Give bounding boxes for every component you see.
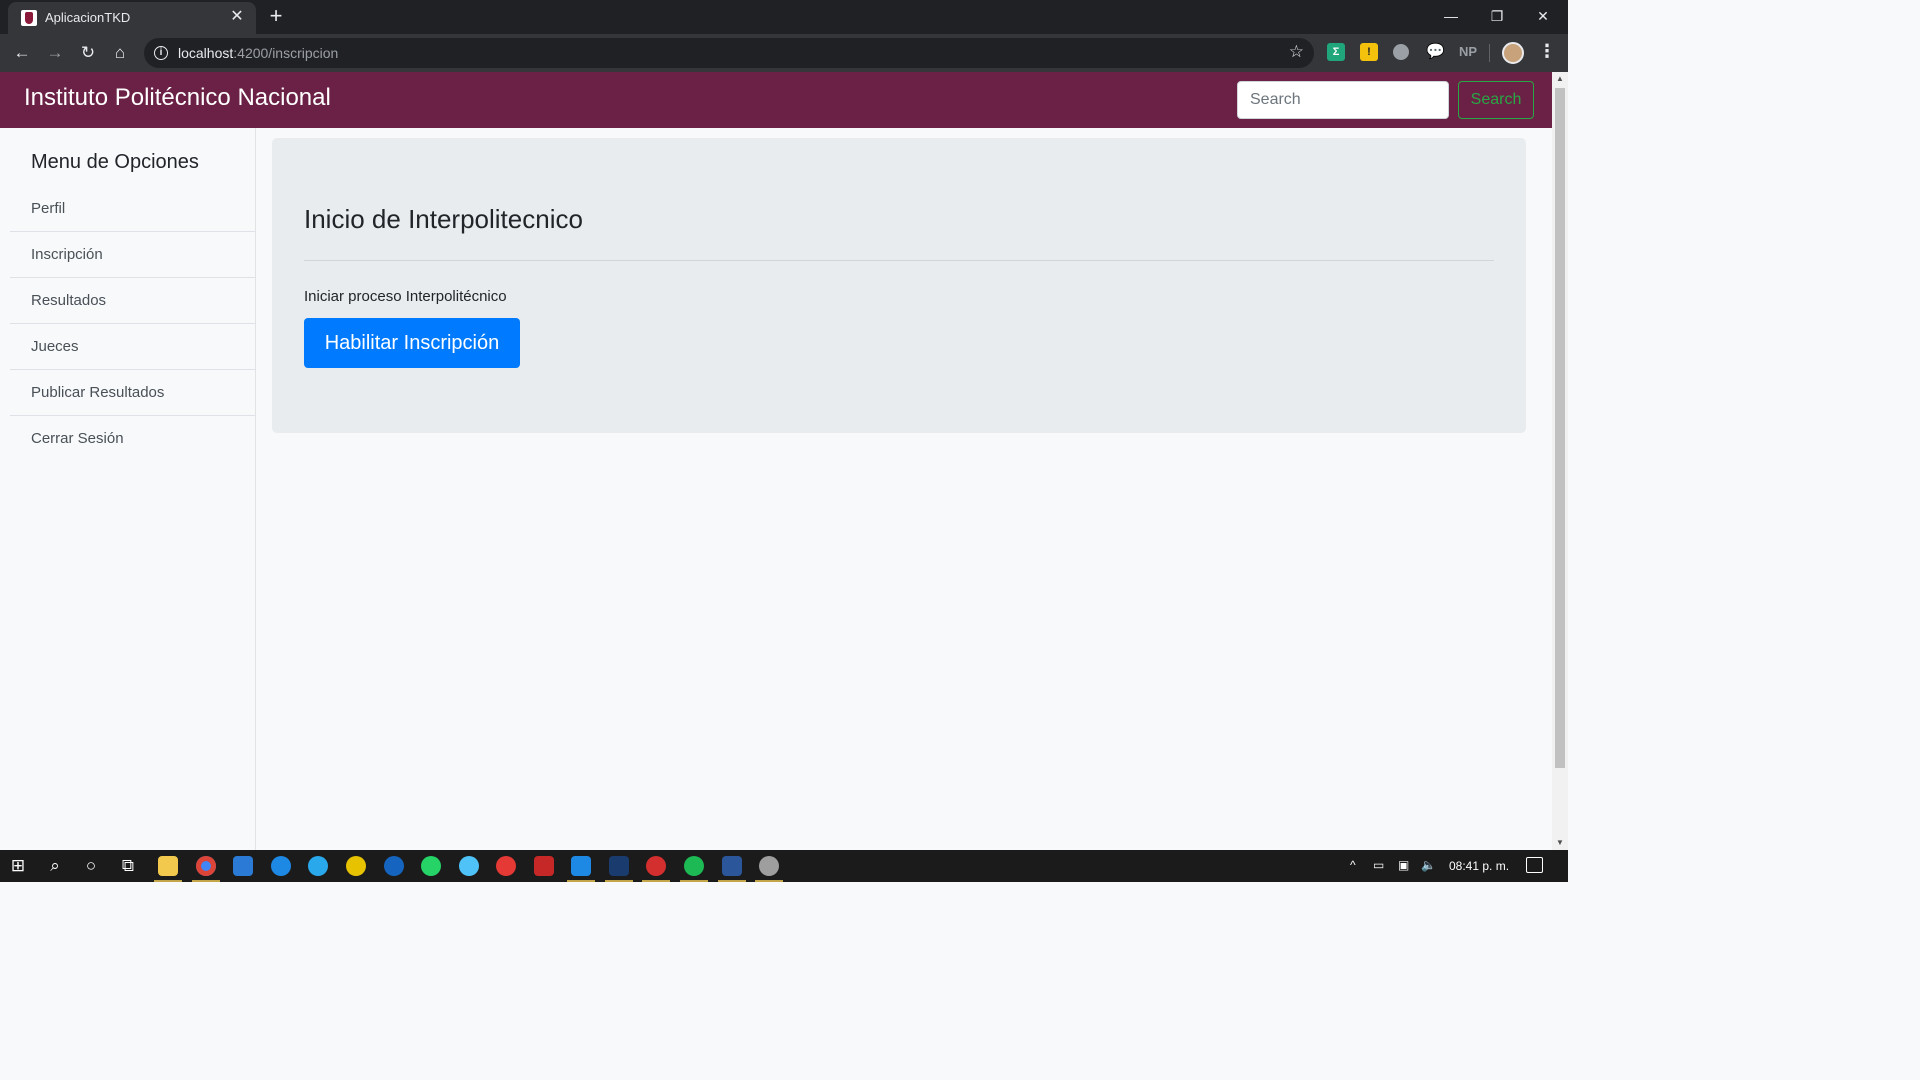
task-view-icon[interactable]: ⧉ [117,855,139,877]
record-extension-icon[interactable] [1393,44,1409,60]
notifications-icon[interactable] [1526,857,1543,873]
maps-icon[interactable] [384,856,404,876]
tray-chevron-icon[interactable]: ^ [1350,858,1356,872]
active-indicator [718,880,746,882]
new-tab-icon[interactable]: + [264,5,288,29]
app-icon-yellow[interactable] [346,856,366,876]
cortana-icon[interactable]: ○ [80,855,102,877]
sidebar-item-inscripcion[interactable]: Inscripción [10,232,256,278]
browser-menu-icon[interactable]: ⋮ [1538,41,1556,62]
sidebar-menu: Perfil Inscripción Resultados Jueces Pub… [10,186,256,462]
sidebar-title: Menu de Opciones [31,151,199,173]
browser-tab[interactable]: AplicacionTKD ✕ [8,2,256,34]
close-tab-icon[interactable]: ✕ [228,8,246,26]
app-icon-red-circle[interactable] [646,856,666,876]
active-indicator [605,880,633,882]
enable-registration-button[interactable]: Habilitar Inscripción [304,318,520,368]
active-indicator [192,880,220,882]
url-host: localhost [178,45,234,61]
sidebar-item-resultados[interactable]: Resultados [10,278,256,324]
browser-toolbar: ← → ↻ ⌂ i localhost:4200/inscripcion ☆ Σ… [0,34,1568,72]
vscode-icon[interactable] [571,856,591,876]
navbar-brand[interactable]: Instituto Politécnico Nacional [24,84,331,112]
url-path: :4200/inscripcion [233,45,339,61]
toolbar-divider [1489,44,1490,62]
windows-start-icon[interactable]: ⊞ [7,855,29,877]
address-bar[interactable]: i localhost:4200/inscripcion ☆ [144,38,1314,68]
scroll-thumb[interactable] [1555,88,1565,768]
active-indicator [154,880,182,882]
chrome-icon[interactable] [196,856,216,876]
scroll-down-icon[interactable]: ▼ [1552,836,1568,850]
network-icon[interactable]: ▣ [1398,858,1409,872]
active-indicator [680,880,708,882]
jumbotron: Inicio de Interpolitecnico Iniciar proce… [272,138,1526,433]
forward-arrow-icon[interactable]: → [43,41,67,65]
chat-extension-icon[interactable]: 💬 [1426,43,1445,61]
edge-icon[interactable] [271,856,291,876]
file-explorer-icon[interactable] [158,856,178,876]
whatsapp-icon[interactable] [421,856,441,876]
sheets-extension-icon[interactable]: Σ [1327,43,1345,61]
page-title: Inicio de Interpolitecnico [304,204,583,234]
app-icon-dark-red[interactable] [534,856,554,876]
active-indicator [642,880,670,882]
windows-taskbar: ⊞ ⌕ ○ ⧉ ^ ▭ ▣ 🔈 08:41 p. m. [0,850,1568,882]
word-icon[interactable] [722,856,742,876]
tab-title: AplicacionTKD [45,10,131,25]
spotify-icon[interactable] [684,856,704,876]
sidebar-item-cerrar-sesion[interactable]: Cerrar Sesión [10,416,256,462]
active-indicator [567,880,595,882]
app-icon-red[interactable] [496,856,516,876]
lead-text: Iniciar proceso Interpolitécnico [304,288,507,305]
bookmark-star-icon[interactable]: ☆ [1289,42,1304,62]
search-input[interactable] [1237,81,1449,119]
page-scrollbar[interactable]: ▲ ▼ [1552,72,1568,850]
telegram-icon[interactable] [308,856,328,876]
divider [304,260,1494,261]
clock[interactable]: 08:41 p. m. [1449,859,1509,873]
scroll-up-icon[interactable]: ▲ [1552,72,1568,86]
site-info-icon[interactable]: i [154,46,168,60]
app-icon-gray[interactable] [759,856,779,876]
close-window-icon[interactable]: ✕ [1520,4,1566,28]
search-button[interactable]: Search [1458,81,1534,119]
profile-avatar-icon[interactable] [1502,42,1524,64]
battery-icon[interactable]: ▭ [1373,858,1384,872]
app-icon-24[interactable] [459,856,479,876]
minimize-icon[interactable]: — [1428,4,1474,28]
sidebar: Menu de Opciones Perfil Inscripción Resu… [0,128,256,850]
app-navbar: Instituto Politécnico Nacional Search [0,72,1552,128]
home-icon[interactable]: ⌂ [108,41,132,65]
active-indicator [755,880,783,882]
np-extension-icon[interactable]: NP [1457,43,1479,61]
app-icon-navy[interactable] [609,856,629,876]
sidebar-item-jueces[interactable]: Jueces [10,324,256,370]
keep-extension-icon[interactable]: ! [1360,43,1378,61]
store-icon[interactable] [233,856,253,876]
ipn-favicon-icon [21,10,37,26]
restore-icon[interactable]: ❐ [1474,4,1520,28]
browser-tab-strip: AplicacionTKD ✕ + — ❐ ✕ [0,0,1568,34]
sidebar-item-publicar-resultados[interactable]: Publicar Resultados [10,370,256,416]
sidebar-item-perfil[interactable]: Perfil [10,186,256,232]
search-icon[interactable]: ⌕ [44,855,66,877]
back-arrow-icon[interactable]: ← [10,41,34,65]
url-text[interactable]: localhost:4200/inscripcion [178,45,338,61]
reload-icon[interactable]: ↻ [76,41,100,65]
volume-icon[interactable]: 🔈 [1421,858,1436,872]
